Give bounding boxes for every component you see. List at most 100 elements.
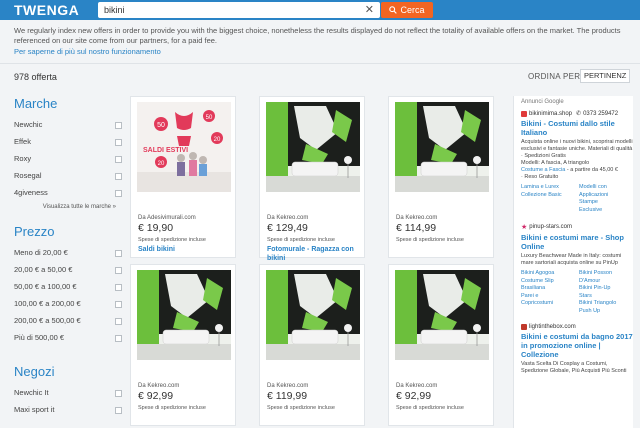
favicon-icon [521, 110, 527, 117]
facet-label: 20,00 € a 50,00 € [14, 265, 73, 274]
ad-sitelink[interactable]: Applicazioni [579, 192, 633, 200]
product-card[interactable]: Da Kekreo.com € 114,99 Spese di spedizio… [388, 96, 494, 258]
facet-label: Rosegal [14, 171, 42, 180]
product-card[interactable]: Da Kekreo.com € 119,99 Spese di spedizio… [259, 264, 365, 426]
ad-sitelink[interactable]: Lamina e Lurex [521, 184, 575, 192]
checkbox[interactable] [115, 301, 122, 308]
ad-sitelink[interactable]: Brasiliana [521, 285, 575, 293]
checkbox[interactable] [115, 284, 122, 291]
ad-sitelink[interactable]: Modelli con [579, 184, 633, 192]
ad-title-link[interactable]: Bikini e costumi mare - Shop Online [521, 233, 633, 251]
mural-image [137, 270, 231, 360]
ad-sitelink[interactable] [521, 199, 575, 207]
ad-sitelink[interactable] [521, 308, 575, 316]
facet-item[interactable]: Newchic [14, 118, 122, 135]
product-card[interactable]: Da Kekreo.com € 129,49 Spese di spedizio… [259, 96, 365, 262]
checkbox[interactable] [115, 122, 122, 129]
favicon-icon [521, 324, 527, 330]
product-image[interactable]: 50 50 20 20 SALDI ESTIVI [137, 102, 231, 192]
ad-extension: Modelli: A fascia, A triangolo [521, 160, 590, 166]
checkbox[interactable] [115, 250, 122, 257]
mural-image [266, 270, 360, 360]
product-image[interactable] [137, 270, 231, 360]
product-image[interactable] [395, 102, 489, 192]
facet-label: Effek [14, 137, 31, 146]
product-card[interactable]: 50 50 20 20 SALDI ESTIVI Da Adesivimural… [130, 96, 236, 258]
ad-domain: pinup-stars.com [529, 224, 572, 230]
ad-sitelink[interactable]: Stampe [579, 199, 633, 207]
checkbox[interactable] [115, 173, 122, 180]
merchant-name: Da Kekreo.com [396, 383, 438, 389]
ad-sitelink[interactable]: Costume Slip [521, 278, 575, 286]
twenga-logo[interactable]: TWENGA [14, 2, 79, 18]
ad-sitelink[interactable]: Bikini Posson [579, 270, 633, 278]
ad-sitelink[interactable]: Esclusive [579, 207, 633, 215]
ad-title-link[interactable]: Bikini e costumi da bagno 2017 in promoz… [521, 332, 633, 359]
facet-item[interactable]: Più di 500,00 € [14, 331, 122, 348]
see-all-brands-link[interactable]: Visualizza tutte le marche » [14, 204, 122, 210]
shipping-info: Spese di spedizione incluse [267, 405, 335, 411]
checkbox[interactable] [115, 390, 122, 397]
ad-sitelink[interactable]: Bikini Triangolo [579, 300, 633, 308]
facet-item[interactable]: 100,00 € a 200,00 € [14, 297, 122, 314]
ad-sitelink[interactable]: Push Up [579, 308, 633, 316]
ad-extension-link[interactable]: Costume a Fascia [521, 167, 565, 173]
facet-item[interactable]: Effek [14, 135, 122, 152]
product-title-link[interactable]: Saldi bikini [138, 245, 232, 254]
facet-item[interactable]: Meno di 20,00 € [14, 246, 122, 263]
ad-url[interactable]: lightinthebox.com [521, 324, 633, 330]
product-title-link[interactable]: Fotomurale - Ragazza con bikini [267, 245, 361, 263]
product-card[interactable]: Da Kekreo.com € 92,99 Spese di spedizion… [130, 264, 236, 426]
checkbox[interactable] [115, 267, 122, 274]
product-price: € 129,49 [267, 222, 308, 234]
ad-item[interactable]: bikinimima.shop ✆ 0373 259472 Bikini - C… [521, 110, 633, 214]
ad-sitelink[interactable]: D'Amour [579, 278, 633, 286]
ad-sitelink[interactable]: Parei e [521, 293, 575, 301]
product-card[interactable]: Da Kekreo.com € 92,99 Spese di spedizion… [388, 264, 494, 426]
ad-phone[interactable]: 0373 259472 [583, 111, 618, 117]
product-image[interactable] [395, 270, 489, 360]
facet-item[interactable]: Newchic It [14, 386, 122, 403]
facet-label: 100,00 € a 200,00 € [14, 299, 81, 308]
ad-sitelink[interactable]: Copricostumi [521, 300, 575, 308]
ad-sitelink[interactable]: Bikini Pin-Up [579, 285, 633, 293]
ad-sitelink[interactable]: Collezione Basic [521, 192, 575, 200]
facet-label: Più di 500,00 € [14, 333, 65, 342]
ad-sitelink[interactable]: Stars [579, 293, 633, 301]
facet-item[interactable]: 4giveness [14, 186, 122, 203]
facet-item[interactable]: Roxy [14, 152, 122, 169]
phone-icon: ✆ [576, 111, 582, 117]
checkbox[interactable] [115, 156, 122, 163]
mural-image [395, 102, 489, 192]
ad-description: Vasta Scelta Di Cosplay a Costumi, Spedi… [521, 361, 627, 374]
ad-domain: bikinimima.shop [529, 110, 573, 117]
shipping-info: Spese di spedizione incluse [396, 237, 464, 243]
ad-item[interactable]: ★ pinup-stars.com Bikini e costumi mare … [521, 223, 633, 315]
product-image[interactable] [266, 270, 360, 360]
checkbox[interactable] [115, 335, 122, 342]
close-icon[interactable]: ✕ [365, 3, 374, 16]
checkbox[interactable] [115, 190, 122, 197]
ad-url[interactable]: ★ pinup-stars.com [521, 223, 633, 231]
ad-sitelink[interactable]: Bikini Agogoa [521, 270, 575, 278]
ad-sitelink[interactable] [521, 207, 575, 215]
search-box[interactable]: ✕ [98, 2, 380, 18]
checkbox[interactable] [115, 407, 122, 414]
facet-item[interactable]: 20,00 € a 50,00 € [14, 263, 122, 280]
checkbox[interactable] [115, 139, 122, 146]
search-input[interactable] [104, 4, 354, 16]
ad-title-link[interactable]: Bikini - Costumi dallo stile Italiano [521, 119, 633, 137]
sort-select[interactable]: PERTINENZ [580, 69, 630, 83]
product-price: € 92,99 [138, 390, 174, 402]
ad-url[interactable]: bikinimima.shop ✆ 0373 259472 [521, 110, 633, 117]
product-image[interactable] [266, 102, 360, 192]
checkbox[interactable] [115, 318, 122, 325]
facet-item[interactable]: Maxi sport it [14, 403, 122, 420]
more-info-link[interactable]: Per saperne di più sul nostro funzioname… [14, 47, 161, 56]
mural-image [395, 270, 489, 360]
facet-item[interactable]: 200,00 € a 500,00 € [14, 314, 122, 331]
facet-item[interactable]: 50,00 € a 100,00 € [14, 280, 122, 297]
search-button[interactable]: Cerca [381, 2, 433, 18]
ad-item[interactable]: lightinthebox.com Bikini e costumi da ba… [521, 324, 633, 375]
facet-item[interactable]: Rosegal [14, 169, 122, 186]
